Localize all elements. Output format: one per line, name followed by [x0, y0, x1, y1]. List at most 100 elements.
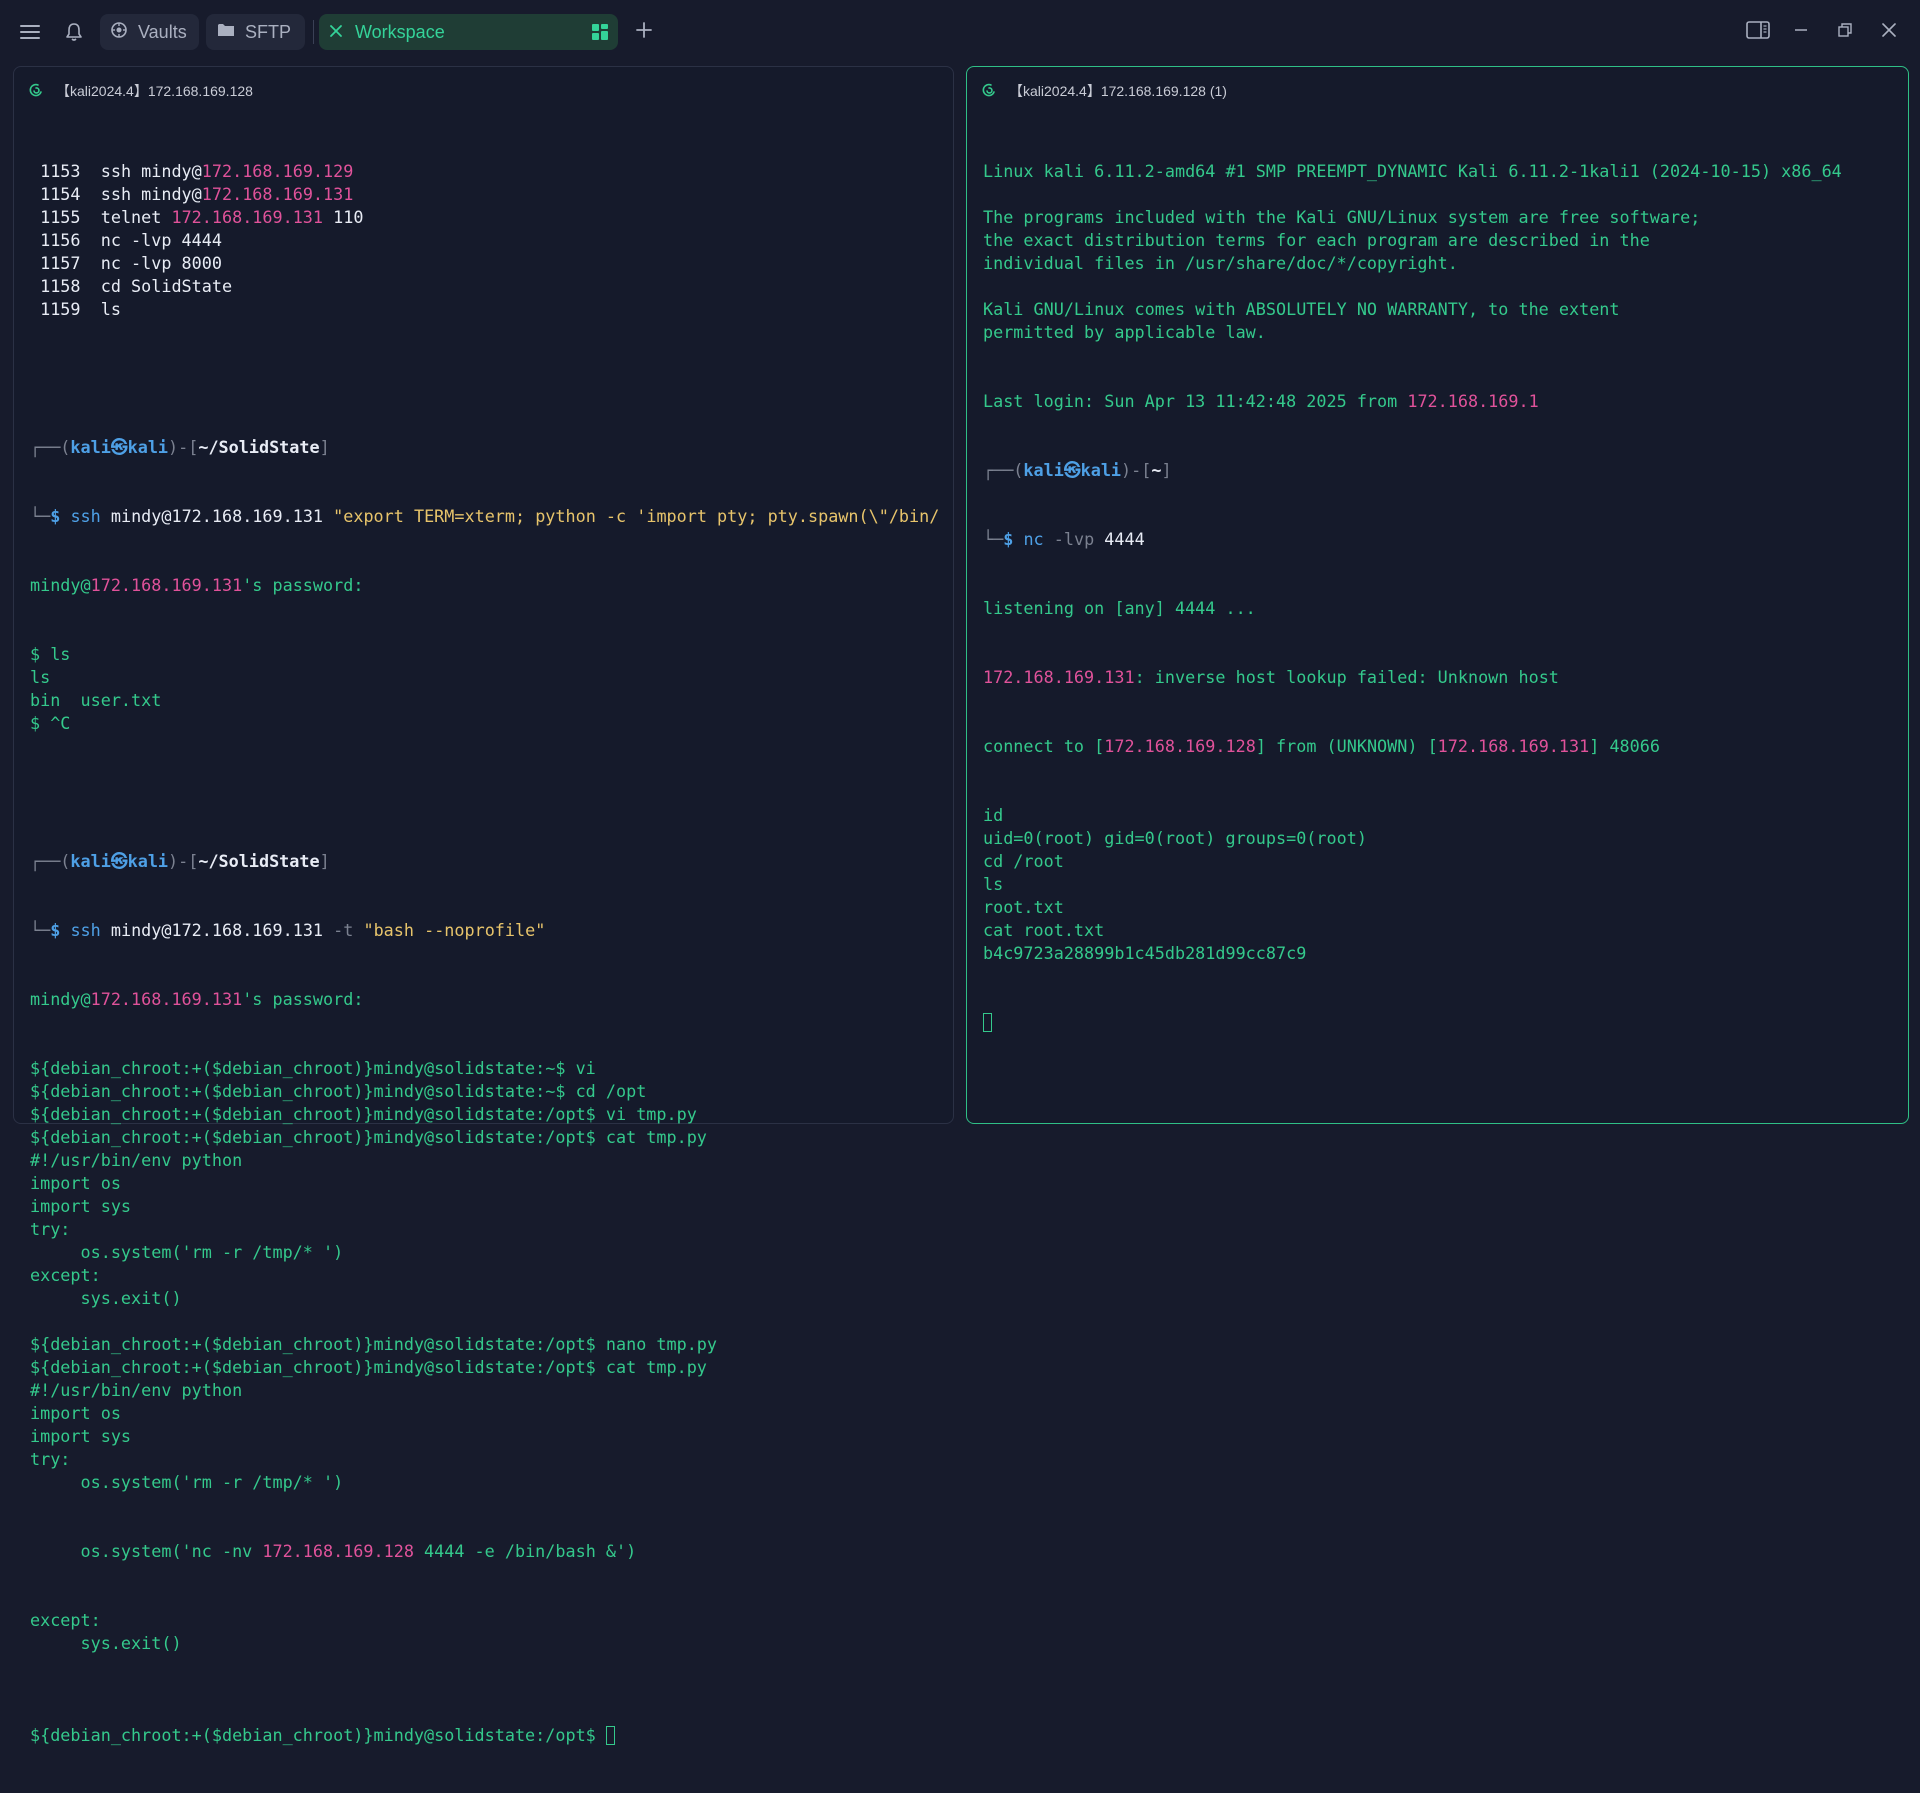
vault-icon — [110, 21, 128, 44]
lookup-line: 172.168.169.131: inverse host lookup fai… — [983, 667, 1559, 687]
history-entry: 1153 ssh mindy@172.168.169.129 — [30, 161, 354, 181]
prompt-user: kali㉿kali — [70, 851, 169, 871]
minimize-icon — [1794, 23, 1808, 42]
session-line: #!/usr/bin/env python — [30, 1380, 243, 1400]
tab-workspace-label: Workspace — [355, 21, 445, 42]
session-line: try: — [30, 1219, 71, 1239]
session-line: ${debian_chroot:+($debian_chroot)}mindy@… — [30, 1127, 707, 1147]
password-line-1: mindy@172.168.169.131's password: — [30, 575, 364, 595]
session-line: ${debian_chroot:+($debian_chroot)}mindy@… — [30, 1104, 697, 1124]
session-line: os.system('rm -r /tmp/* ') — [30, 1242, 344, 1262]
toggle-sidebar-button[interactable] — [1738, 12, 1778, 52]
close-icon[interactable] — [329, 22, 343, 43]
prompt-path: ~/SolidState — [198, 851, 320, 871]
session-line: os.system('rm -r /tmp/* ') — [30, 1472, 344, 1492]
prompt-line-right: ┌──(kali㉿kali)-[~] — [983, 460, 1172, 480]
shell-line: ls — [983, 874, 1004, 894]
debian-swirl-icon — [28, 82, 44, 101]
login-banner: Linux kali 6.11.2-amd64 #1 SMP PREEMPT_D… — [983, 160, 1900, 344]
pane-title-right: 【kali2024.4】172.168.169.128 (1) — [1009, 83, 1227, 99]
cmd-name: ssh — [70, 506, 101, 526]
command-line-1: └─$ ssh mindy@172.168.169.131 "export TE… — [30, 506, 940, 526]
banner-line: permitted by applicable law. — [983, 322, 1266, 342]
session-line: except: — [30, 1265, 101, 1285]
cursor — [983, 1013, 992, 1032]
session-line: ${debian_chroot:+($debian_chroot)}mindy@… — [30, 1058, 596, 1078]
banner-line: Kali GNU/Linux comes with ABSOLUTELY NO … — [983, 299, 1620, 319]
cursor — [605, 1726, 615, 1745]
output-line: $ ^C — [30, 713, 71, 733]
session-line: import sys — [30, 1196, 132, 1216]
plus-icon — [635, 21, 653, 44]
session-line: sys.exit() — [30, 1633, 182, 1653]
prompt-line-1: ┌──(kali㉿kali)-[~/SolidState] — [30, 437, 330, 457]
terminal-output-right[interactable]: Linux kali 6.11.2-amd64 #1 SMP PREEMPT_D… — [983, 114, 1900, 1080]
session-line: ${debian_chroot:+($debian_chroot)}mindy@… — [30, 1081, 647, 1101]
shell-line: b4c9723a28899b1c45db281d99cc87c9 — [983, 943, 1307, 963]
password-line-2: mindy@172.168.169.131's password: — [30, 989, 364, 1009]
banner-line — [983, 275, 1900, 298]
pane-header-right: 【kali2024.4】172.168.169.128 (1) — [981, 79, 1227, 103]
terminal-pane-left[interactable]: 【kali2024.4】172.168.169.128 1153 ssh min… — [13, 66, 954, 1745]
history-list: 1153 ssh mindy@172.168.169.129 1154 ssh … — [30, 160, 945, 321]
bell-icon[interactable] — [54, 12, 94, 52]
tab-sftp[interactable]: SFTP — [206, 14, 305, 50]
shell-line: uid=0(root) gid=0(root) groups=0(root) — [983, 828, 1367, 848]
history-entry: 1156 nc -lvp 4444 — [30, 230, 222, 250]
tab-vaults[interactable]: Vaults — [100, 14, 199, 50]
pane-header-left: 【kali2024.4】172.168.169.128 — [28, 79, 253, 103]
tab-workspace[interactable]: Workspace — [319, 14, 618, 50]
pane-title-left: 【kali2024.4】172.168.169.128 — [56, 83, 253, 99]
banner-line: the exact distribution terms for each pr… — [983, 230, 1650, 250]
shell-line: root.txt — [983, 897, 1064, 917]
top-bar: Vaults SFTP Workspace — [0, 0, 1920, 64]
new-tab-button[interactable] — [624, 12, 664, 52]
folder-icon — [217, 22, 235, 43]
tab-vaults-label: Vaults — [138, 21, 187, 42]
session-output: ${debian_chroot:+($debian_chroot)}mindy@… — [30, 1057, 945, 1494]
listening-line: listening on [any] 4444 ... — [983, 598, 1256, 618]
cmd-string: "export TERM=xterm; python -c 'import pt… — [333, 506, 940, 526]
output-line: ls — [30, 667, 51, 687]
session-line: import os — [30, 1173, 121, 1193]
shell-line: id — [983, 805, 1004, 825]
session-line: except: — [30, 1610, 101, 1630]
session-end-output: except: sys.exit() — [30, 1609, 945, 1678]
menu-icon[interactable] — [10, 12, 50, 52]
session-line — [30, 1655, 945, 1678]
history-entry: 1159 ls — [30, 299, 121, 319]
session-line: ${debian_chroot:+($debian_chroot)}mindy@… — [30, 1357, 707, 1377]
prompt-path: ~/SolidState — [198, 437, 320, 457]
session-line: ${debian_chroot:+($debian_chroot)}mindy@… — [30, 1334, 718, 1354]
last-login-line: Last login: Sun Apr 13 11:42:48 2025 fro… — [983, 391, 1539, 411]
tab-divider — [313, 20, 314, 44]
restore-icon — [1838, 22, 1852, 42]
history-entry: 1154 ssh mindy@172.168.169.131 — [30, 184, 354, 204]
session-line: import sys — [30, 1426, 132, 1446]
restore-button[interactable] — [1825, 12, 1865, 52]
terminal-pane-right[interactable]: 【kali2024.4】172.168.169.128 (1) Linux ka… — [966, 66, 1909, 1124]
history-entry: 1157 nc -lvp 8000 — [30, 253, 222, 273]
root-shell-output: id uid=0(root) gid=0(root) groups=0(root)… — [983, 804, 1900, 965]
nc-command-line: └─$ nc -lvp 4444 — [983, 529, 1145, 549]
layout-grid-icon[interactable] — [592, 24, 608, 45]
connect-line: connect to [172.168.169.128] from (UNKNO… — [983, 736, 1660, 756]
banner-line — [983, 183, 1900, 206]
command-line-2: └─$ ssh mindy@172.168.169.131 -t "bash -… — [30, 920, 546, 940]
cmd-target: mindy@172.168.169.131 — [110, 506, 324, 526]
prompt-line-2: ┌──(kali㉿kali)-[~/SolidState] — [30, 851, 330, 871]
tab-sftp-label: SFTP — [245, 21, 292, 42]
cursor-line — [983, 1011, 1900, 1034]
banner-line: Linux kali 6.11.2-amd64 #1 SMP PREEMPT_D… — [983, 161, 1842, 181]
terminal-output-left[interactable]: 1153 ssh mindy@172.168.169.129 1154 ssh … — [30, 114, 945, 1793]
session-line: import os — [30, 1403, 121, 1423]
banner-line: individual files in /usr/share/doc/*/cop… — [983, 253, 1458, 273]
minimize-button[interactable] — [1781, 12, 1821, 52]
history-entry: 1158 cd SolidState — [30, 276, 233, 296]
banner-line: The programs included with the Kali GNU/… — [983, 207, 1701, 227]
debian-swirl-icon — [981, 82, 997, 101]
sidebar-panel-icon — [1746, 20, 1770, 44]
close-window-button[interactable] — [1869, 12, 1909, 52]
prompt-user: kali㉿kali — [70, 437, 169, 457]
session-line: sys.exit() — [30, 1288, 182, 1308]
